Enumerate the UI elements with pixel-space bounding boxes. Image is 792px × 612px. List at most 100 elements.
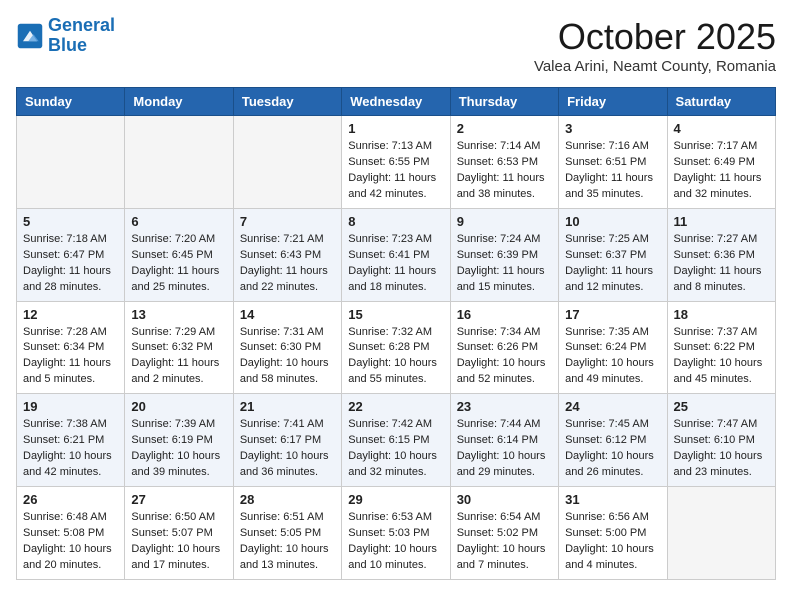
day-info: Sunrise: 7:44 AM Sunset: 6:14 PM Dayligh… bbox=[457, 417, 552, 481]
day-number: 2 bbox=[457, 121, 552, 136]
day-number: 23 bbox=[457, 399, 552, 414]
day-number: 26 bbox=[23, 492, 118, 507]
calendar-cell: 6Sunrise: 7:20 AM Sunset: 6:45 PM Daylig… bbox=[125, 208, 233, 301]
calendar-cell: 11 Sunrise: 7:27 AM Sunset: 6:36 PM Dayli… bbox=[667, 208, 775, 301]
calendar-cell: 24Sunrise: 7:45 AM Sunset: 6:12 PM Dayli… bbox=[559, 394, 667, 487]
day-number: 28 bbox=[240, 492, 335, 507]
calendar-cell: 4 Sunrise: 7:17 AM Sunset: 6:49 PM Daylig… bbox=[667, 116, 775, 209]
day-info: Sunrise: 7:17 AM Sunset: 6:49 PM Dayligh… bbox=[674, 139, 769, 203]
logo: General Blue bbox=[16, 16, 115, 56]
day-number: 7 bbox=[240, 214, 335, 229]
day-info: Sunrise: 7:21 AM Sunset: 6:43 PM Dayligh… bbox=[240, 232, 335, 296]
calendar-cell bbox=[125, 116, 233, 209]
day-number: 14 bbox=[240, 307, 335, 322]
day-info: Sunrise: 7:42 AM Sunset: 6:15 PM Dayligh… bbox=[348, 417, 443, 481]
weekday-header-monday: Monday bbox=[125, 88, 233, 116]
day-info: Sunrise: 7:38 AM Sunset: 6:21 PM Dayligh… bbox=[23, 417, 118, 481]
day-number: 29 bbox=[348, 492, 443, 507]
calendar-cell: 3 Sunrise: 7:16 AM Sunset: 6:51 PM Daylig… bbox=[559, 116, 667, 209]
logo-line1: General bbox=[48, 15, 115, 35]
week-row-2: 5 Sunrise: 7:18 AM Sunset: 6:47 PM Daylig… bbox=[17, 208, 776, 301]
logo-icon bbox=[16, 22, 44, 50]
calendar-cell: 14 Sunrise: 7:31 AM Sunset: 6:30 PM Dayli… bbox=[233, 301, 341, 394]
weekday-header-row: SundayMondayTuesdayWednesdayThursdayFrid… bbox=[17, 88, 776, 116]
day-number: 30 bbox=[457, 492, 552, 507]
day-number: 9 bbox=[457, 214, 552, 229]
day-info: Sunrise: 7:41 AM Sunset: 6:17 PM Dayligh… bbox=[240, 417, 335, 481]
day-number: 31 bbox=[565, 492, 660, 507]
calendar-cell: 2Sunrise: 7:14 AM Sunset: 6:53 PM Daylig… bbox=[450, 116, 558, 209]
page-header: General Blue October 2025 Valea Arini, N… bbox=[16, 16, 776, 75]
day-info: Sunrise: 7:27 AM Sunset: 6:36 PM Dayligh… bbox=[674, 232, 769, 296]
day-info: Sunrise: 7:34 AM Sunset: 6:26 PM Dayligh… bbox=[457, 325, 552, 389]
calendar-cell: 12 Sunrise: 7:28 AM Sunset: 6:34 PM Dayli… bbox=[17, 301, 125, 394]
day-number: 11 bbox=[674, 214, 769, 229]
day-info: Sunrise: 7:23 AM Sunset: 6:41 PM Dayligh… bbox=[348, 232, 443, 296]
day-info: Sunrise: 7:32 AM Sunset: 6:28 PM Dayligh… bbox=[348, 325, 443, 389]
calendar-cell: 30Sunrise: 6:54 AM Sunset: 5:02 PM Dayli… bbox=[450, 487, 558, 580]
calendar-cell: 9Sunrise: 7:24 AM Sunset: 6:39 PM Daylig… bbox=[450, 208, 558, 301]
calendar-cell: 21Sunrise: 7:41 AM Sunset: 6:17 PM Dayli… bbox=[233, 394, 341, 487]
day-info: Sunrise: 7:18 AM Sunset: 6:47 PM Dayligh… bbox=[23, 232, 118, 296]
week-row-5: 26Sunrise: 6:48 AM Sunset: 5:08 PM Dayli… bbox=[17, 487, 776, 580]
day-number: 4 bbox=[674, 121, 769, 136]
week-row-4: 19Sunrise: 7:38 AM Sunset: 6:21 PM Dayli… bbox=[17, 394, 776, 487]
calendar-cell: 1Sunrise: 7:13 AM Sunset: 6:55 PM Daylig… bbox=[342, 116, 450, 209]
location-subtitle: Valea Arini, Neamt County, Romania bbox=[534, 58, 776, 75]
weekday-header-saturday: Saturday bbox=[667, 88, 775, 116]
month-title: October 2025 bbox=[534, 16, 776, 58]
week-row-1: 1Sunrise: 7:13 AM Sunset: 6:55 PM Daylig… bbox=[17, 116, 776, 209]
calendar-cell: 23 Sunrise: 7:44 AM Sunset: 6:14 PM Dayli… bbox=[450, 394, 558, 487]
day-info: Sunrise: 7:47 AM Sunset: 6:10 PM Dayligh… bbox=[674, 417, 769, 481]
day-number: 15 bbox=[348, 307, 443, 322]
day-info: Sunrise: 6:56 AM Sunset: 5:00 PM Dayligh… bbox=[565, 510, 660, 574]
day-number: 1 bbox=[348, 121, 443, 136]
day-number: 22 bbox=[348, 399, 443, 414]
calendar-cell: 15 Sunrise: 7:32 AM Sunset: 6:28 PM Dayli… bbox=[342, 301, 450, 394]
weekday-header-wednesday: Wednesday bbox=[342, 88, 450, 116]
title-block: October 2025 Valea Arini, Neamt County, … bbox=[534, 16, 776, 75]
calendar-cell: 29 Sunrise: 6:53 AM Sunset: 5:03 PM Dayli… bbox=[342, 487, 450, 580]
calendar-table: SundayMondayTuesdayWednesdayThursdayFrid… bbox=[16, 87, 776, 580]
calendar-cell: 31 Sunrise: 6:56 AM Sunset: 5:00 PM Dayli… bbox=[559, 487, 667, 580]
day-number: 10 bbox=[565, 214, 660, 229]
day-info: Sunrise: 6:50 AM Sunset: 5:07 PM Dayligh… bbox=[131, 510, 226, 574]
day-info: Sunrise: 6:51 AM Sunset: 5:05 PM Dayligh… bbox=[240, 510, 335, 574]
calendar-cell: 20Sunrise: 7:39 AM Sunset: 6:19 PM Dayli… bbox=[125, 394, 233, 487]
calendar-cell: 28 Sunrise: 6:51 AM Sunset: 5:05 PM Dayli… bbox=[233, 487, 341, 580]
calendar-cell: 5 Sunrise: 7:18 AM Sunset: 6:47 PM Daylig… bbox=[17, 208, 125, 301]
calendar-cell: 13 Sunrise: 7:29 AM Sunset: 6:32 PM Dayli… bbox=[125, 301, 233, 394]
day-info: Sunrise: 7:37 AM Sunset: 6:22 PM Dayligh… bbox=[674, 325, 769, 389]
calendar-cell: 26Sunrise: 6:48 AM Sunset: 5:08 PM Dayli… bbox=[17, 487, 125, 580]
day-info: Sunrise: 7:25 AM Sunset: 6:37 PM Dayligh… bbox=[565, 232, 660, 296]
day-info: Sunrise: 7:35 AM Sunset: 6:24 PM Dayligh… bbox=[565, 325, 660, 389]
day-number: 12 bbox=[23, 307, 118, 322]
day-info: Sunrise: 7:16 AM Sunset: 6:51 PM Dayligh… bbox=[565, 139, 660, 203]
day-number: 27 bbox=[131, 492, 226, 507]
day-number: 17 bbox=[565, 307, 660, 322]
day-info: Sunrise: 7:31 AM Sunset: 6:30 PM Dayligh… bbox=[240, 325, 335, 389]
calendar-cell: 8 Sunrise: 7:23 AM Sunset: 6:41 PM Daylig… bbox=[342, 208, 450, 301]
weekday-header-sunday: Sunday bbox=[17, 88, 125, 116]
day-number: 8 bbox=[348, 214, 443, 229]
week-row-3: 12 Sunrise: 7:28 AM Sunset: 6:34 PM Dayli… bbox=[17, 301, 776, 394]
day-number: 3 bbox=[565, 121, 660, 136]
day-info: Sunrise: 6:53 AM Sunset: 5:03 PM Dayligh… bbox=[348, 510, 443, 574]
day-number: 25 bbox=[674, 399, 769, 414]
day-info: Sunrise: 7:29 AM Sunset: 6:32 PM Dayligh… bbox=[131, 325, 226, 389]
day-number: 16 bbox=[457, 307, 552, 322]
day-number: 13 bbox=[131, 307, 226, 322]
logo-line2: Blue bbox=[48, 36, 115, 56]
weekday-header-tuesday: Tuesday bbox=[233, 88, 341, 116]
calendar-cell: 18Sunrise: 7:37 AM Sunset: 6:22 PM Dayli… bbox=[667, 301, 775, 394]
calendar-cell: 22 Sunrise: 7:42 AM Sunset: 6:15 PM Dayli… bbox=[342, 394, 450, 487]
calendar-cell: 25 Sunrise: 7:47 AM Sunset: 6:10 PM Dayli… bbox=[667, 394, 775, 487]
day-number: 5 bbox=[23, 214, 118, 229]
calendar-cell: 10 Sunrise: 7:25 AM Sunset: 6:37 PM Dayli… bbox=[559, 208, 667, 301]
calendar-cell: 27 Sunrise: 6:50 AM Sunset: 5:07 PM Dayli… bbox=[125, 487, 233, 580]
calendar-cell bbox=[667, 487, 775, 580]
day-number: 6 bbox=[131, 214, 226, 229]
day-number: 20 bbox=[131, 399, 226, 414]
day-info: Sunrise: 7:28 AM Sunset: 6:34 PM Dayligh… bbox=[23, 325, 118, 389]
weekday-header-thursday: Thursday bbox=[450, 88, 558, 116]
